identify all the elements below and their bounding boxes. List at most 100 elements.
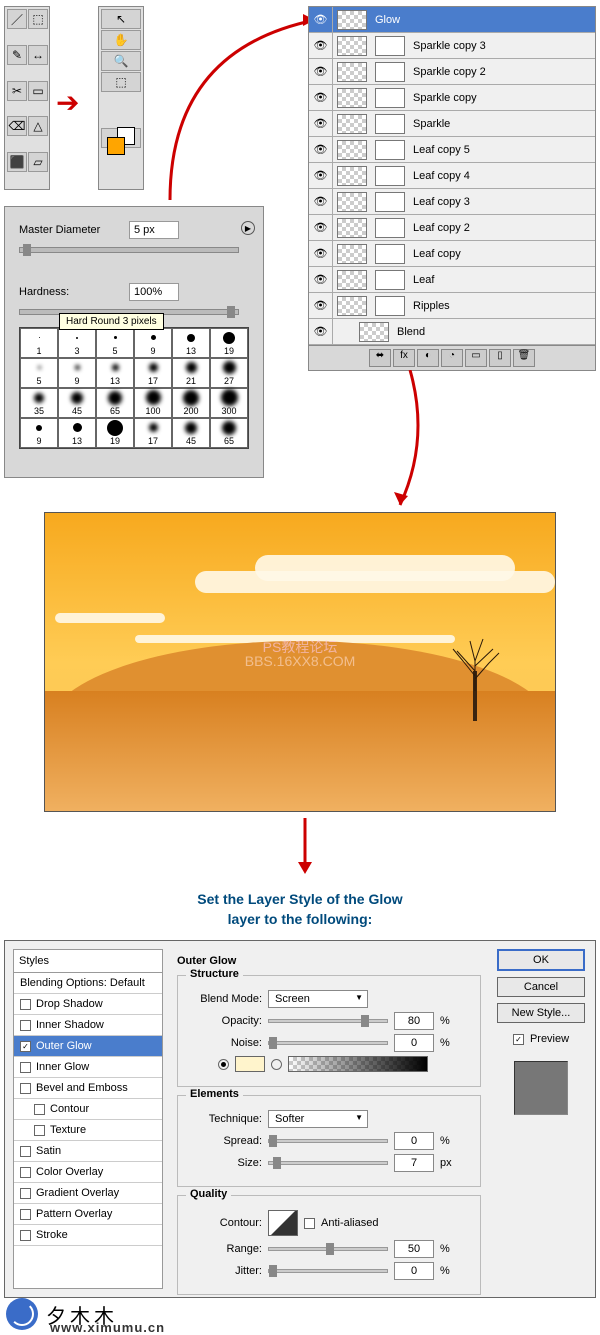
brush-preset[interactable]: 9 <box>20 418 58 448</box>
brush-preset[interactable]: 3 <box>58 328 96 358</box>
layer-thumb[interactable] <box>359 322 389 342</box>
layer-thumb[interactable] <box>337 36 367 56</box>
checkbox[interactable] <box>20 1020 31 1031</box>
tool-icon[interactable]: ⬚ <box>28 9 48 29</box>
checkbox[interactable] <box>34 1104 45 1115</box>
styles-header[interactable]: Styles <box>14 950 162 973</box>
range-input[interactable]: 50 <box>394 1240 434 1258</box>
mask-thumb[interactable] <box>375 114 405 134</box>
style-color-overlay[interactable]: Color Overlay <box>14 1162 162 1183</box>
size-input[interactable]: 7 <box>394 1154 434 1172</box>
brush-preset[interactable]: 21 <box>172 358 210 388</box>
mask-thumb[interactable] <box>375 296 405 316</box>
brush-preset[interactable]: 45 <box>58 388 96 418</box>
brush-preset[interactable]: 9 <box>134 328 172 358</box>
layer-row[interactable]: 👁Leaf copy 5 <box>309 137 595 163</box>
brush-preset[interactable]: 5 <box>96 328 134 358</box>
mask-thumb[interactable] <box>375 88 405 108</box>
brush-tool-icon[interactable]: ／ <box>7 9 27 29</box>
checkbox[interactable] <box>20 1188 31 1199</box>
range-slider[interactable] <box>268 1247 388 1251</box>
brush-preset[interactable]: 27 <box>210 358 248 388</box>
pencil-tool-icon[interactable]: ✎ <box>7 45 27 65</box>
brush-preset[interactable]: 1 <box>20 328 58 358</box>
layer-row[interactable]: 👁Ripples <box>309 293 595 319</box>
hand-tool-icon[interactable]: ✋ <box>101 30 141 50</box>
layer-row[interactable]: 👁Leaf copy <box>309 241 595 267</box>
brush-preset[interactable]: 13 <box>58 418 96 448</box>
style-satin[interactable]: Satin <box>14 1141 162 1162</box>
checkbox[interactable] <box>20 1146 31 1157</box>
style-inner-glow[interactable]: Inner Glow <box>14 1057 162 1078</box>
checkbox[interactable] <box>20 1209 31 1220</box>
layer-row[interactable]: 👁Sparkle copy 3 <box>309 33 595 59</box>
checkbox[interactable] <box>20 999 31 1010</box>
checkbox[interactable] <box>20 1083 31 1094</box>
style-pattern-overlay[interactable]: Pattern Overlay <box>14 1204 162 1225</box>
tool-icon[interactable]: ⬚ <box>101 72 141 92</box>
color-radio[interactable] <box>218 1059 229 1070</box>
layer-thumb[interactable] <box>337 296 367 316</box>
adjustment-icon[interactable]: ◔ <box>441 349 463 367</box>
fx-icon[interactable]: fx <box>393 349 415 367</box>
cancel-button[interactable]: Cancel <box>497 977 585 997</box>
diameter-slider[interactable] <box>19 247 239 253</box>
brush-preset[interactable]: 13 <box>172 328 210 358</box>
style-contour[interactable]: Contour <box>14 1099 162 1120</box>
style-gradient-overlay[interactable]: Gradient Overlay <box>14 1183 162 1204</box>
brush-preset[interactable]: 45 <box>172 418 210 448</box>
layer-row[interactable]: 👁Leaf copy 4 <box>309 163 595 189</box>
spread-input[interactable]: 0 <box>394 1132 434 1150</box>
layer-thumb[interactable] <box>337 10 367 30</box>
layer-row[interactable]: 👁Leaf copy 2 <box>309 215 595 241</box>
glow-color-swatch[interactable] <box>235 1056 265 1072</box>
checkbox[interactable]: ✓ <box>20 1041 31 1052</box>
move-tool-icon[interactable]: ↖ <box>101 9 141 29</box>
brush-preset[interactable]: 65 <box>210 418 248 448</box>
gradient-radio[interactable] <box>271 1059 282 1070</box>
visibility-icon[interactable]: 👁 <box>309 137 333 162</box>
blend-mode-dropdown[interactable]: Screen <box>268 990 368 1008</box>
mask-thumb[interactable] <box>375 244 405 264</box>
brush-preset[interactable]: 200 <box>172 388 210 418</box>
style-outer-glow[interactable]: ✓Outer Glow <box>14 1036 162 1057</box>
brush-preset[interactable]: 300 <box>210 388 248 418</box>
tool-icon[interactable]: ↔ <box>28 45 48 65</box>
visibility-icon[interactable]: 👁 <box>309 33 333 58</box>
blending-options[interactable]: Blending Options: Default <box>14 973 162 994</box>
layer-row[interactable]: 👁Sparkle copy <box>309 85 595 111</box>
new-layer-icon[interactable]: ▯ <box>489 349 511 367</box>
visibility-icon[interactable]: 👁 <box>309 7 333 32</box>
style-drop-shadow[interactable]: Drop Shadow <box>14 994 162 1015</box>
visibility-icon[interactable]: 👁 <box>309 215 333 240</box>
preview-checkbox[interactable]: ✓ <box>513 1034 524 1045</box>
layer-thumb[interactable] <box>337 140 367 160</box>
layer-thumb[interactable] <box>337 270 367 290</box>
link-icon[interactable]: ⬌ <box>369 349 391 367</box>
mask-thumb[interactable] <box>375 140 405 160</box>
eraser-tool-icon[interactable]: ⌫ <box>7 116 27 136</box>
layer-row-glow[interactable]: 👁Glow <box>309 7 595 33</box>
visibility-icon[interactable]: 👁 <box>309 163 333 188</box>
brush-preset[interactable]: 13 <box>96 358 134 388</box>
brush-preset[interactable]: 9 <box>58 358 96 388</box>
mask-icon[interactable]: ◐ <box>417 349 439 367</box>
layer-row[interactable]: 👁Sparkle <box>309 111 595 137</box>
tool-icon[interactable]: ▱ <box>28 152 48 172</box>
brush-preset[interactable]: 19 <box>210 328 248 358</box>
brush-preset[interactable]: 5 <box>20 358 58 388</box>
layer-thumb[interactable] <box>337 114 367 134</box>
checkbox[interactable] <box>20 1167 31 1178</box>
visibility-icon[interactable]: 👁 <box>309 267 333 292</box>
layer-thumb[interactable] <box>337 88 367 108</box>
layer-row[interactable]: 👁Leaf copy 3 <box>309 189 595 215</box>
tool-icon[interactable]: ⬛ <box>7 152 27 172</box>
foreground-swatch[interactable] <box>107 137 125 155</box>
style-inner-shadow[interactable]: Inner Shadow <box>14 1015 162 1036</box>
style-bevel[interactable]: Bevel and Emboss <box>14 1078 162 1099</box>
brush-preset[interactable]: 17 <box>134 358 172 388</box>
brush-preset[interactable]: 19 <box>96 418 134 448</box>
checkbox[interactable] <box>20 1230 31 1241</box>
layer-thumb[interactable] <box>337 218 367 238</box>
layer-row[interactable]: 👁Blend <box>309 319 595 345</box>
